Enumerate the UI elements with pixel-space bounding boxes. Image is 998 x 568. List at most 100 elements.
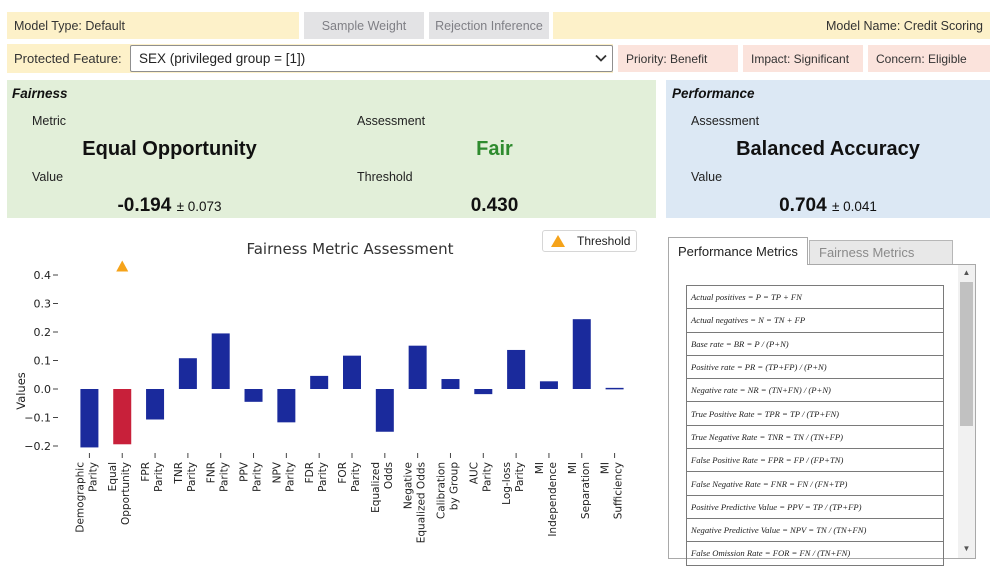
concern-text: Concern: Eligible	[876, 51, 967, 66]
formula-cell: Base rate = BR = P / (P+N)	[686, 331, 944, 356]
threshold-label: Threshold	[357, 170, 413, 184]
metric-label: Metric	[32, 114, 67, 128]
scroll-down-arrow-icon[interactable]: ▼	[961, 544, 972, 554]
protected-feature-label: Protected Feature:	[14, 51, 122, 66]
x-tick-label: MI	[600, 462, 612, 474]
x-tick-label: Parity	[219, 462, 231, 492]
x-tick-label: FDR	[304, 462, 316, 483]
fairness-title: Fairness	[12, 86, 68, 101]
bar	[178, 358, 197, 389]
formula-cell: Actual positives = P = TP + FN	[686, 284, 944, 310]
formula-row: Negative Predictive Value = NPV = TN / (…	[686, 517, 944, 543]
sample-weight-button[interactable]: Sample Weight	[304, 12, 424, 39]
y-tick-label: −0.1	[24, 412, 51, 425]
bar	[408, 345, 427, 389]
x-tick-label: Calibration	[435, 462, 447, 519]
formula-cell: Negative Predictive Value = NPV = TN / (…	[686, 517, 944, 543]
x-tick-label: PPV	[239, 461, 251, 482]
threshold-triangle-icon	[551, 235, 565, 247]
model-type-box: Model Type: Default	[7, 12, 299, 39]
formula-cell: Actual negatives = N = TN + FP	[686, 308, 944, 333]
sample-weight-label: Sample Weight	[321, 18, 407, 33]
priority-text: Priority: Benefit	[626, 51, 708, 66]
bar	[277, 389, 296, 423]
x-tick-label: TNR	[173, 462, 185, 485]
concern-badge: Concern: Eligible	[868, 45, 990, 72]
fairness-metric-chart: Fairness Metric Assessment Values 0.4 0.3…	[14, 240, 625, 543]
performance-title: Performance	[672, 86, 755, 101]
model-type-text: Model Type: Default	[14, 18, 125, 33]
tab-performance-metrics-label: Performance Metrics	[678, 244, 798, 259]
formula-row: Positive Predictive Value = PPV = TP / (…	[686, 494, 944, 519]
formula-row: Base rate = BR = P / (P+N)	[686, 331, 944, 356]
x-tick-label: Sufficiency	[613, 462, 625, 519]
x-tick-label: Independence	[547, 462, 559, 537]
x-tick-label: Parity	[87, 462, 99, 492]
x-tick-label: FPR	[140, 462, 152, 482]
tab-fairness-metrics[interactable]: Fairness Metrics	[809, 240, 953, 265]
rejection-inference-label: Rejection Inference	[435, 18, 543, 33]
impact-badge: Impact: Significant	[743, 45, 863, 72]
x-tick-label: FNR	[206, 462, 218, 483]
formula-cell: True Negative Rate = TNR = TN / (TN+FP)	[686, 424, 944, 450]
tab-performance-metrics[interactable]: Performance Metrics	[668, 237, 808, 265]
x-tick-label: Equalized Odds	[416, 462, 428, 543]
fairness-value: -0.194 ± 0.073	[32, 195, 307, 217]
x-tick-label: Log-loss	[501, 462, 513, 505]
bar	[211, 333, 230, 389]
x-tick-label: Negative	[403, 462, 415, 509]
bar	[441, 379, 460, 389]
scroll-up-arrow-icon[interactable]: ▲	[961, 268, 972, 278]
value-label: Value	[32, 170, 64, 184]
formula-cell: False Omission Rate = FOR = FN / (TN+FN)	[686, 541, 944, 566]
formula-row: Negative rate = NR = (TN+FN) / (P+N)	[686, 378, 944, 403]
y-tick-label: 0.0	[34, 383, 52, 396]
x-tick-label: MI	[534, 462, 546, 474]
x-tick-label: Odds	[383, 462, 395, 489]
x-tick-label: Equalized	[370, 462, 382, 513]
fairness-value-error: ± 0.073	[176, 199, 222, 214]
model-name-box: Model Name: Credit Scoring	[553, 12, 990, 39]
x-tick-label: Demographic	[74, 462, 86, 533]
x-tick-label: Parity	[514, 462, 526, 492]
bar	[539, 381, 558, 389]
bar	[507, 349, 526, 389]
formula-cell: Positive Predictive Value = PPV = TP / (…	[686, 494, 944, 519]
impact-text: Impact: Significant	[751, 51, 850, 66]
x-tick-label: Parity	[284, 462, 296, 492]
formula-row: True Positive Rate = TPR = TP / (TP+FN)	[686, 401, 944, 426]
x-tick-label: by Group	[448, 462, 460, 511]
bar	[146, 389, 165, 420]
x-tick-label: NPV	[271, 461, 283, 483]
performance-value-number: 0.704	[779, 195, 827, 216]
x-tick-label: MI	[567, 462, 579, 474]
bar	[474, 389, 493, 395]
assessment-label: Assessment	[357, 114, 426, 128]
x-tick-label: Equal	[107, 462, 119, 491]
formula-row: Positive rate = PR = (TP+FP) / (P+N)	[686, 354, 944, 380]
formula-cell: True Positive Rate = TPR = TP / (TP+FN)	[686, 401, 944, 426]
formula-row: Actual positives = P = TP + FN	[686, 284, 944, 310]
bar	[113, 389, 132, 445]
formula-row: False Negative Rate = FNR = FN / (FN+TP)	[686, 471, 944, 496]
bar	[605, 387, 624, 390]
formula-cell: Positive rate = PR = (TP+FP) / (P+N)	[686, 354, 944, 380]
protected-feature-select[interactable]: SEX (privileged group = [1])	[130, 45, 613, 72]
y-tick-label: −0.2	[24, 440, 51, 453]
formula-row: Actual negatives = N = TN + FP	[686, 308, 944, 333]
legend-threshold-label: Threshold	[577, 234, 631, 248]
formula-table: Actual positives = P = TP + FN Actual neg…	[686, 284, 944, 566]
metric-value: Equal Opportunity	[82, 138, 257, 160]
scrollbar-thumb[interactable]	[960, 282, 973, 426]
y-tick-label: 0.4	[34, 269, 52, 282]
assessment-value: Fair	[476, 138, 513, 160]
fairness-value-number: -0.194	[117, 195, 172, 216]
bar	[572, 319, 591, 389]
x-tick-label: Parity	[186, 462, 198, 492]
y-tick-label: 0.3	[34, 298, 52, 311]
x-tick-label: AUC	[468, 462, 480, 484]
x-tick-label: Parity	[350, 462, 362, 492]
performance-value-label: Value	[691, 170, 723, 184]
rejection-inference-button[interactable]: Rejection Inference	[429, 12, 549, 39]
y-tick-label: 0.2	[34, 326, 52, 339]
